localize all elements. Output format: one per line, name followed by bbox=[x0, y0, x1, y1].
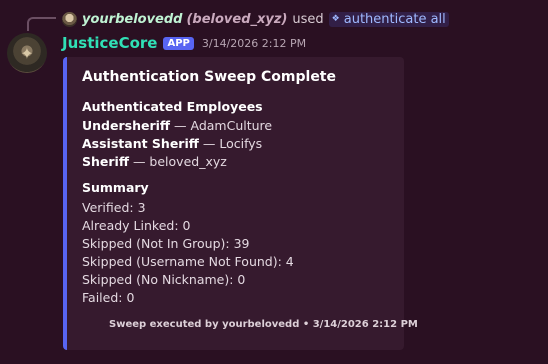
employee-name: beloved_xyz bbox=[149, 154, 227, 169]
employee-row: Sheriff — beloved_xyz bbox=[82, 154, 227, 169]
command-name: authenticate all bbox=[343, 11, 446, 27]
summary-line-already-linked: Already Linked: 0 bbox=[82, 218, 191, 233]
embed-footer: Sweep executed by yourbelovedd • 3/14/20… bbox=[109, 319, 418, 330]
reply-user-avatar[interactable] bbox=[62, 11, 77, 27]
employee-separator: — bbox=[170, 118, 191, 133]
summary-heading: Summary bbox=[82, 180, 149, 195]
reply-used-text: used bbox=[292, 11, 324, 27]
reply-reference[interactable]: yourbelovedd (beloved_xyz) used ❖ authen… bbox=[62, 10, 449, 28]
employee-row: Assistant Sheriff — Locifys bbox=[82, 136, 262, 151]
summary-line-not-in-group: Skipped (Not In Group): 39 bbox=[82, 236, 250, 251]
message-timestamp[interactable]: 3/14/2026 2:12 PM bbox=[202, 37, 306, 50]
employee-row: Undersheriff — AdamCulture bbox=[82, 118, 272, 133]
summary-line-failed: Failed: 0 bbox=[82, 290, 135, 305]
employee-separator: — bbox=[198, 136, 220, 151]
embed-title: Authentication Sweep Complete bbox=[82, 69, 336, 85]
slash-command-icon: ❖ bbox=[331, 14, 340, 24]
employee-name: AdamCulture bbox=[190, 118, 273, 133]
summary-line-no-nickname: Skipped (No Nickname): 0 bbox=[82, 272, 246, 287]
reply-handle: (beloved_xyz) bbox=[186, 11, 288, 27]
employee-name: Locifys bbox=[219, 136, 263, 151]
reply-connector bbox=[27, 17, 56, 31]
message-header: JusticeCore APP 3/14/2026 2:12 PM bbox=[62, 33, 306, 53]
bot-name[interactable]: JusticeCore bbox=[62, 34, 157, 52]
command-mention[interactable]: ❖ authenticate all bbox=[328, 11, 449, 27]
app-tag: APP bbox=[163, 36, 194, 50]
employee-separator: — bbox=[128, 154, 150, 169]
summary-line-username-not-found: Skipped (Username Not Found): 4 bbox=[82, 254, 294, 269]
employees-heading: Authenticated Employees bbox=[82, 99, 263, 114]
reply-username[interactable]: yourbelovedd bbox=[82, 12, 182, 27]
embed-card: Authentication Sweep Complete Authentica… bbox=[63, 57, 418, 350]
employee-role: Assistant Sheriff bbox=[82, 136, 199, 151]
sheriff-badge-icon: ✦ bbox=[20, 43, 34, 63]
summary-line-verified: Verified: 3 bbox=[82, 200, 146, 215]
employee-role: Undersheriff bbox=[82, 118, 171, 133]
employee-role: Sheriff bbox=[82, 154, 129, 169]
bot-avatar[interactable]: ✦ bbox=[7, 33, 47, 73]
